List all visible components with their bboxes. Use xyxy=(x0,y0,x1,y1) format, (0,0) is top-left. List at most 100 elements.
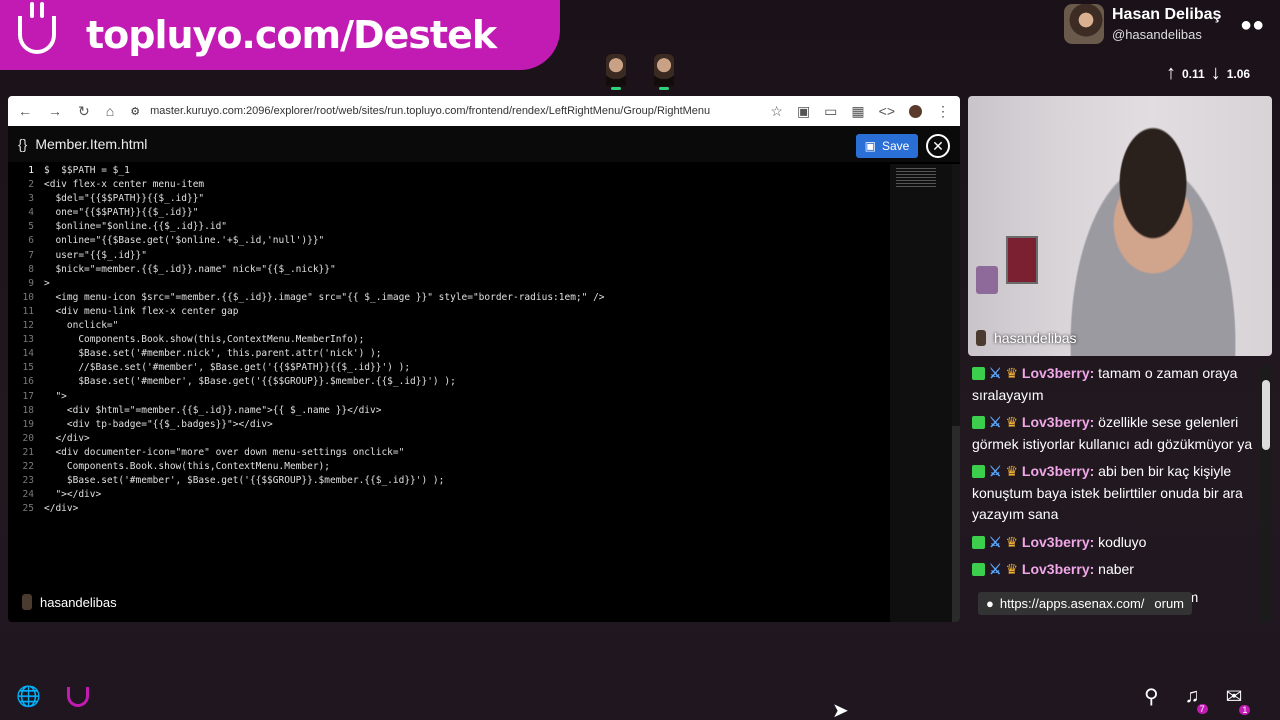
code-line[interactable]: 19 <div tp-badge="{{$_.badges}}"></div> xyxy=(8,418,890,432)
code-line[interactable]: 23 $Base.set('#member', $Base.get('{{$$G… xyxy=(8,474,890,488)
code-line[interactable]: 22 Components.Book.show(this,ContextMenu… xyxy=(8,460,890,474)
line-number: 13 xyxy=(22,334,34,346)
line-number: 2 xyxy=(28,179,34,191)
profile-handle: @hasandelibas xyxy=(1112,27,1202,42)
editor-footer-user: hasandelibas xyxy=(22,594,117,610)
code-text: </div> xyxy=(44,432,90,444)
code-text: $ $$PATH = $_1 xyxy=(44,165,130,176)
support-banner[interactable]: topluyo.com/Destek xyxy=(0,0,560,70)
code-text: //$Base.set('#member', $Base.get('{{$$PA… xyxy=(44,362,411,374)
voice-participants xyxy=(606,54,674,90)
bottom-right-bar: ⚲ ♫ 7 ✉ 1 xyxy=(1144,684,1251,715)
people-icon[interactable]: ●● xyxy=(1240,14,1264,37)
save-button[interactable]: ▣ Save xyxy=(856,134,918,158)
chat-scroll-thumb[interactable] xyxy=(1262,380,1270,450)
line-number: 15 xyxy=(22,362,34,374)
participant-avatar[interactable] xyxy=(606,54,626,90)
code-line[interactable]: 16 $Base.set('#member', $Base.get('{{$$G… xyxy=(8,375,890,389)
code-line[interactable]: 15 //$Base.set('#member', $Base.get('{{$… xyxy=(8,361,890,375)
chat-username[interactable]: Lov3berry: xyxy=(1022,414,1094,430)
line-number: 9 xyxy=(28,277,34,289)
back-icon[interactable]: ← xyxy=(18,103,32,119)
code-minimap[interactable] xyxy=(890,164,952,622)
code-line[interactable]: 24 "></div> xyxy=(8,488,890,502)
close-button[interactable]: ✕ xyxy=(926,134,950,158)
browser-toolbar: ← → ↻ ⌂ ⚙ master.kuruyo.com:2096/explore… xyxy=(8,96,960,126)
bookmark-star-icon[interactable]: ☆ xyxy=(770,103,783,120)
save-icon: ▣ xyxy=(864,139,876,153)
forward-icon[interactable]: → xyxy=(48,103,62,119)
code-editor[interactable]: 1 $ $$PATH = $_1 2 <div flex-x center menu-… xyxy=(8,164,890,584)
code-line[interactable]: 12 onclick=" xyxy=(8,319,890,333)
avatar xyxy=(22,594,32,610)
crown-badge-icon: ♛ xyxy=(1005,365,1022,381)
code-line[interactable]: 5 $online="$online.{{$_.id}}.id" xyxy=(8,220,890,234)
globe-icon[interactable]: 🌐 xyxy=(16,684,41,709)
code-line[interactable]: 6 online="{{$Base.get('$online.'+$_.id,'… xyxy=(8,234,890,248)
extensions-icon[interactable]: ▣ xyxy=(797,103,810,120)
code-line[interactable]: 3 $del="{{$$PATH}}{{$_.id}}" xyxy=(8,192,890,206)
mail-icon[interactable]: ✉ 1 xyxy=(1226,684,1251,715)
code-line[interactable]: 9 > xyxy=(8,277,890,291)
code-line[interactable]: 14 $Base.set('#member.nick', this.parent… xyxy=(8,347,890,361)
chat-username[interactable]: Lov3berry: xyxy=(1022,365,1094,381)
code-line[interactable]: 1 $ $$PATH = $_1 xyxy=(8,164,890,178)
code-line[interactable]: 8 $nick="=member.{{$_.id}}.name" nick="{… xyxy=(8,263,890,277)
line-number: 25 xyxy=(22,503,34,515)
line-number: 22 xyxy=(22,460,34,472)
code-text: </div> xyxy=(44,503,79,515)
chat-message: ⚔ ♛ Lov3berry: tamam o zaman oraya sıral… xyxy=(968,360,1260,409)
search-icon[interactable]: ⚲ xyxy=(1144,684,1159,709)
code-line[interactable]: 20 </div> xyxy=(8,432,890,446)
participant-avatar[interactable] xyxy=(654,54,674,90)
chat-message: ⚔ ♛ Lov3berry: kodluyo xyxy=(968,529,1260,557)
k-badge-icon xyxy=(972,535,985,549)
code-text: onclick=" xyxy=(44,320,119,332)
code-line[interactable]: 21 <div documenter-icon="more" over down… xyxy=(8,446,890,460)
code-line[interactable]: 2 <div flex-x center menu-item xyxy=(8,178,890,192)
home-icon[interactable]: ⌂ xyxy=(106,103,114,119)
line-number: 24 xyxy=(22,489,34,501)
chat-username[interactable]: Lov3berry: xyxy=(1022,534,1094,550)
webcam-card xyxy=(1006,236,1038,284)
address-bar[interactable]: ⚙ master.kuruyo.com:2096/explorer/root/w… xyxy=(130,105,754,118)
avatar xyxy=(1064,4,1104,44)
user-profile[interactable]: Hasan Delibaş @hasandelibas xyxy=(1064,4,1221,44)
code-line[interactable]: 13 Components.Book.show(this,ContextMenu… xyxy=(8,333,890,347)
editor-scroll-thumb[interactable] xyxy=(952,426,960,622)
line-number: 19 xyxy=(22,418,34,430)
cast-icon[interactable]: ▭ xyxy=(824,103,837,120)
code-line[interactable]: 17 "> xyxy=(8,390,890,404)
code-icon[interactable]: <> xyxy=(879,103,895,119)
arrow-down-icon: ↓ xyxy=(1210,62,1221,84)
line-number: 16 xyxy=(22,376,34,388)
upload-value: 0.11 xyxy=(1182,66,1205,81)
menu-kebab-icon[interactable]: ⋮ xyxy=(936,103,950,120)
bell-icon[interactable]: ♫ 7 xyxy=(1185,685,1208,714)
save-label: Save xyxy=(881,139,910,153)
browser-profile-icon[interactable] xyxy=(909,104,922,118)
code-text: > xyxy=(44,277,50,289)
apps-icon[interactable]: ▦ xyxy=(851,103,864,120)
site-info-icon[interactable]: ⚙ xyxy=(130,105,140,118)
code-line[interactable]: 18 <div $html="=member.{{$_.id}}.name">{… xyxy=(8,404,890,418)
code-line[interactable]: 7 user="{{$_.id}}" xyxy=(8,249,890,263)
code-text: user="{{$_.id}}" xyxy=(44,249,147,261)
code-line[interactable]: 11 <div menu-link flex-x center gap xyxy=(8,305,890,319)
chat-panel[interactable]: ⚔ ♛ Lov3berry: tamam o zaman oraya sıral… xyxy=(968,360,1260,622)
chat-username[interactable]: Lov3berry: xyxy=(1022,463,1094,479)
chat-partial-text: orum xyxy=(1154,596,1185,611)
code-line[interactable]: 4 one="{{$$PATH}}{{$_.id}}" xyxy=(8,206,890,220)
code-line[interactable]: 10 <img menu-icon $src="=member.{{$_.id}… xyxy=(8,291,890,305)
line-number: 17 xyxy=(22,390,34,402)
topluyo-logo-icon[interactable] xyxy=(66,686,89,707)
code-line[interactable]: 25 </div> xyxy=(8,502,890,516)
code-text: $Base.set('#member', $Base.get('{{$$GROU… xyxy=(44,376,456,388)
reload-icon[interactable]: ↻ xyxy=(78,103,90,120)
mouse-cursor-icon: ➤ xyxy=(832,700,849,720)
sword-badge-icon: ⚔ xyxy=(989,365,1006,381)
webcam-cup xyxy=(976,266,998,294)
k-badge-icon xyxy=(972,367,985,380)
crown-badge-icon: ♛ xyxy=(1005,533,1022,550)
chat-username[interactable]: Lov3berry: xyxy=(1022,561,1094,577)
